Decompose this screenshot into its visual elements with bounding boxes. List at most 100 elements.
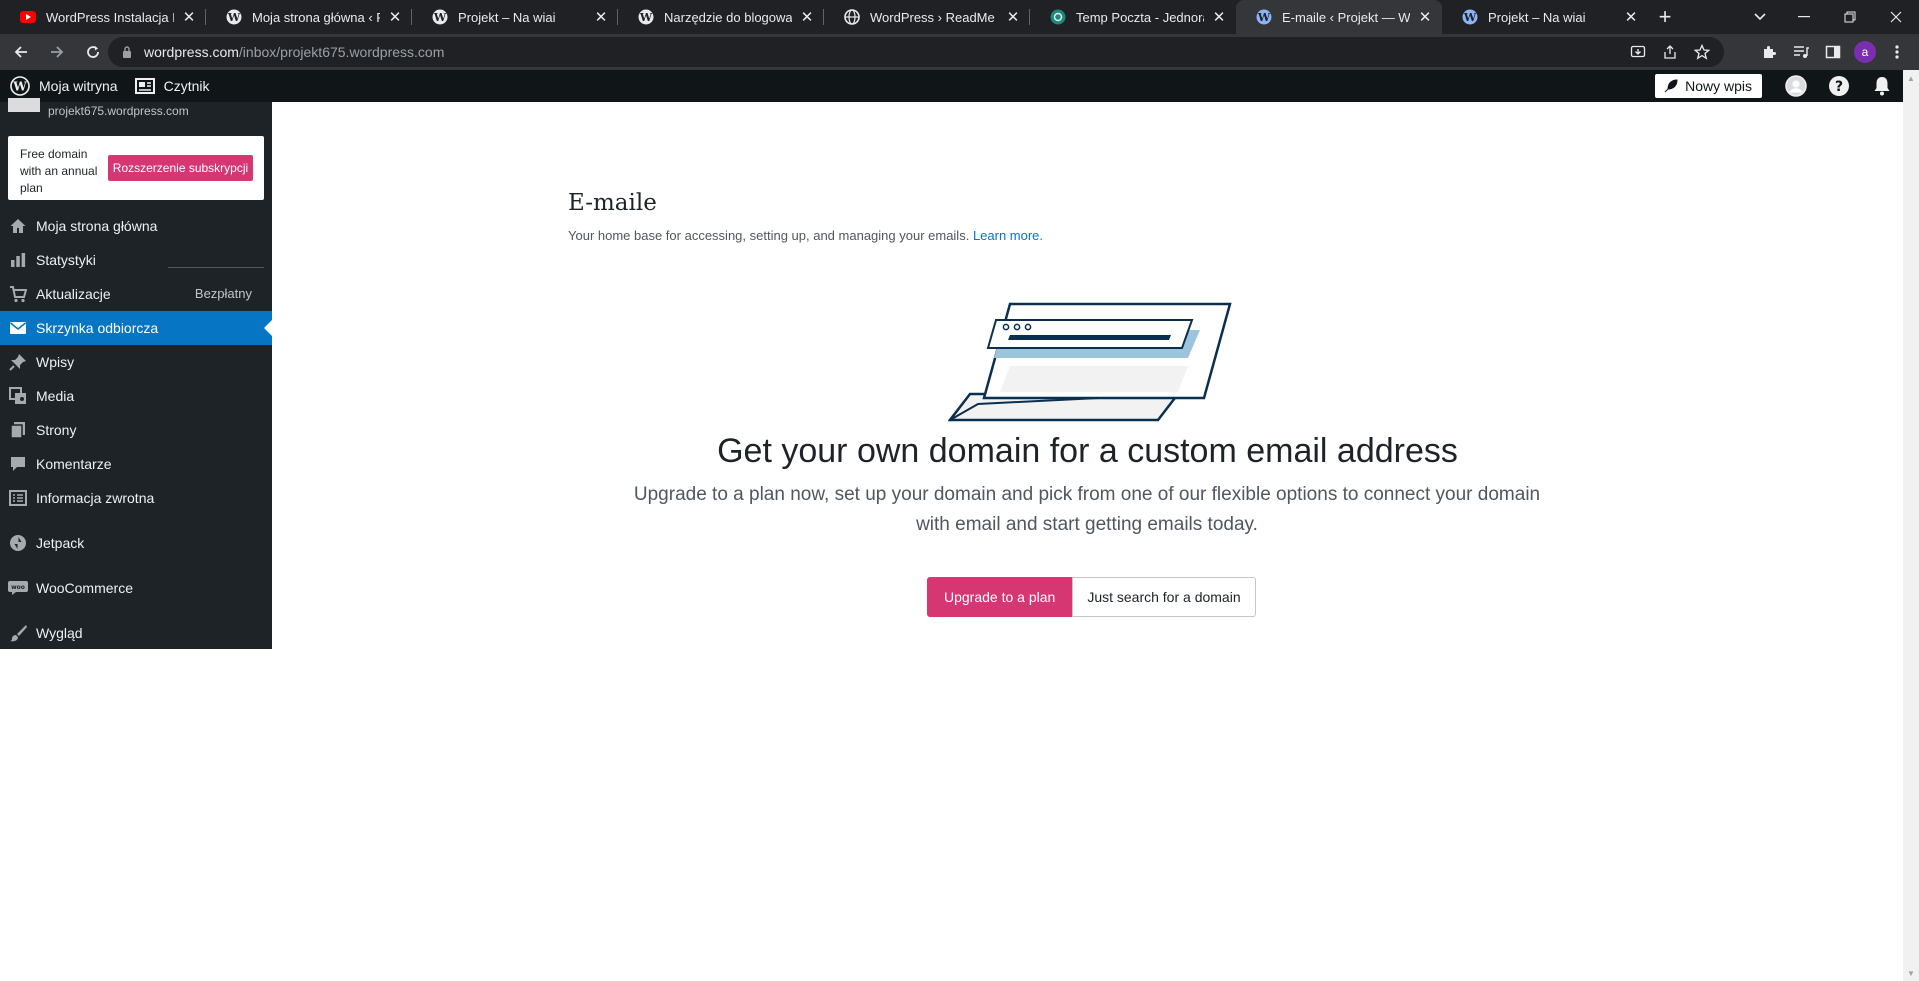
sidebar-item-label: Informacja zwrotna [36,490,155,506]
browser-menu-icon[interactable] [1881,34,1913,70]
sidebar-item-comments[interactable]: Komentarze [0,447,272,481]
browser-tab[interactable]: WordPress Instalacja Porad ✕ [0,0,206,34]
wordpress-logo-icon: W [9,75,31,97]
profile-avatar[interactable]: a [1849,34,1881,70]
sidebar-item-posts[interactable]: Wpisy [0,345,272,379]
close-icon[interactable]: ✕ [1416,8,1434,26]
close-icon[interactable]: ✕ [180,8,198,26]
bookmark-star-icon[interactable] [1686,37,1718,67]
sidebar-item-appearance[interactable]: Wygląd [0,616,272,650]
site-icon [8,98,40,112]
svg-text:woo: woo [11,584,25,591]
upsell-banner: Free domain with an annual plan Rozszerz… [8,136,264,200]
browser-tab-active[interactable]: W E-maile ‹ Projekt — WordP ✕ [1236,0,1442,34]
sidebar-item-jetpack[interactable]: Jetpack [0,526,272,560]
search-domain-button[interactable]: Just search for a domain [1072,577,1256,617]
restore-icon[interactable] [1827,0,1873,34]
tab-title: Projekt – Na wiai [458,9,556,25]
browser-tab[interactable]: W Projekt – Na wiai ✕ [412,0,618,34]
close-icon[interactable]: ✕ [386,8,404,26]
close-icon[interactable]: ✕ [1004,8,1022,26]
youtube-icon [20,9,36,25]
extensions-icon[interactable] [1753,34,1785,70]
install-app-icon[interactable] [1622,37,1654,67]
new-post-button[interactable]: Nowy wpis [1655,74,1762,98]
free-badge: Bezpłatny [194,286,252,301]
url-text[interactable]: wordpress.com/inbox/projekt675.wordpress… [144,44,444,60]
sidebar-item-pages[interactable]: Strony [0,413,272,447]
menu-divider [168,267,264,268]
cart-icon [8,284,28,304]
close-icon[interactable]: ✕ [1210,8,1228,26]
address-bar[interactable]: wordpress.com/inbox/projekt675.wordpress… [108,37,1724,67]
user-avatar[interactable] [1774,70,1817,102]
sidebar-item-home[interactable]: Moja strona główna [0,209,272,243]
my-site-label: Moja witryna [39,78,118,94]
new-tab-button[interactable]: + [1648,0,1682,34]
media-icon [8,386,28,406]
tab-title: WordPress › ReadMe [870,9,995,25]
tab-title: Moja strona główna ‹ Proje [252,9,380,25]
upgrade-plan-button[interactable]: Upgrade to a plan [927,577,1073,617]
reader-icon [134,75,156,97]
minimize-icon[interactable] [1781,0,1827,34]
forward-icon[interactable] [42,37,72,67]
browser-tab-strip: WordPress Instalacja Porad ✕ W Moja stro… [0,0,1919,34]
sidebar-item-inbox[interactable]: Skrzynka odbiorcza [0,311,272,345]
help-icon[interactable]: ? [1817,70,1860,102]
tab-title: Projekt – Na wiai [1488,9,1586,25]
sidebar-item-label: WooCommerce [36,580,133,596]
scroll-down-icon[interactable]: ▼ [1903,965,1919,981]
sidebar-item-label: Statystyki [36,252,96,268]
comment-icon [8,454,28,474]
close-icon[interactable]: ✕ [798,8,816,26]
tempmail-icon [1050,9,1066,25]
reader-link[interactable]: Czytnik [134,70,210,102]
sidebar-item-feedback[interactable]: Informacja zwrotna [0,481,272,515]
upgrade-subscription-button[interactable]: Rozszerzenie subskrypcji [108,155,253,181]
close-icon[interactable]: ✕ [592,8,610,26]
sidebar-item-woocommerce[interactable]: woo WooCommerce [0,571,272,605]
back-icon[interactable] [6,37,36,67]
sidebar-item-label: Strony [36,422,77,438]
upsell-text: Free domain with an annual plan [20,147,98,195]
side-panel-icon[interactable] [1817,34,1849,70]
wordpress-icon: W [1256,9,1272,25]
lock-icon[interactable] [120,45,134,59]
wordpress-icon: W [432,9,448,25]
home-icon [8,216,28,236]
globe-icon [844,9,860,25]
sidebar-item-upgrades[interactable]: Aktualizacje Bezpłatny [0,277,272,311]
new-post-label: Nowy wpis [1685,78,1752,94]
promo-body: Upgrade to a plan now, set up your domai… [633,484,1541,535]
scroll-up-icon[interactable]: ▲ [1903,70,1919,86]
browser-tab[interactable]: WordPress › ReadMe ✕ [824,0,1030,34]
browser-tab[interactable]: W Narzędzie do blogowania, ✕ [618,0,824,34]
browser-tab[interactable]: W Projekt – Na wiai ✕ [1442,0,1648,34]
wp-admin-bar: W Moja witryna Czytnik Nowy wpis ? [0,70,1903,102]
page-scrollbar[interactable]: ▲ ▼ [1903,70,1919,981]
promo-title: Get your own domain for a custom email a… [717,432,1458,470]
wordpress-icon: W [1462,9,1478,25]
sidebar-menu: Moja strona główna Statystyki Aktualizac… [0,209,272,650]
tab-search-icon[interactable] [1740,0,1780,34]
svg-text:W: W [1257,11,1271,24]
share-icon[interactable] [1654,37,1686,67]
cta-buttons: Upgrade to a plan Just search for a doma… [927,577,1256,617]
wp-sidebar: projekt675.wordpress.com Free domain wit… [0,98,272,650]
site-switcher[interactable]: projekt675.wordpress.com [0,98,272,132]
browser-tab[interactable]: Temp Poczta - Jednorazow ✕ [1030,0,1236,34]
sidebar-item-label: Aktualizacje [36,286,111,302]
sidebar-item-label: Komentarze [36,456,112,472]
reload-icon[interactable] [78,37,108,67]
learn-more-link[interactable]: Learn more. [973,228,1043,243]
sidebar-item-media[interactable]: Media [0,379,272,413]
browser-tab[interactable]: W Moja strona główna ‹ Proje ✕ [206,0,412,34]
sidebar-item-stats[interactable]: Statystyki [0,243,272,277]
close-icon[interactable]: ✕ [1622,8,1640,26]
media-control-icon[interactable] [1785,34,1817,70]
close-window-icon[interactable] [1873,0,1919,34]
pages-icon [8,420,28,440]
notifications-bell-icon[interactable] [1860,70,1903,102]
email-illustration [948,302,1232,422]
